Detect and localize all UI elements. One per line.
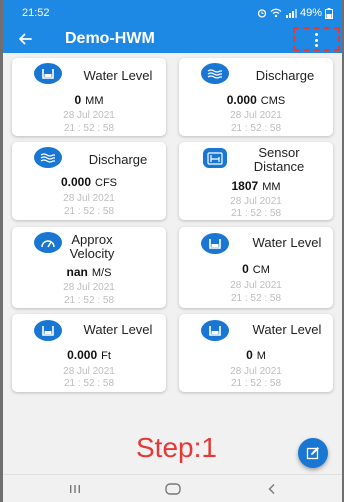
card-title: Discharge <box>255 68 315 83</box>
card-sensor-distance[interactable]: Sensor Distance 1807 MM 28 Jul 2021 21 : … <box>179 142 333 220</box>
water-level-icon <box>34 320 62 341</box>
card-value: 0.000 <box>226 93 257 107</box>
status-time: 21:52 <box>22 7 50 19</box>
card-title: Water Level <box>83 322 153 337</box>
app-bar: Demo-HWM <box>3 26 342 53</box>
card-date: 28 Jul 2021 <box>63 110 115 121</box>
card-date: 28 Jul 2021 <box>230 196 282 207</box>
edit-fab-button[interactable] <box>298 438 328 468</box>
card-date: 28 Jul 2021 <box>63 282 115 293</box>
water-level-icon <box>201 233 229 254</box>
more-vert-icon <box>314 33 318 47</box>
card-value-row: 0.000 Ft <box>12 348 166 362</box>
card-title: Water Level <box>252 235 322 250</box>
card-unit: MM <box>85 95 104 107</box>
card-time: 21 : 52 : 58 <box>63 206 115 217</box>
alarm-icon <box>257 9 267 18</box>
card-date: 28 Jul 2021 <box>230 110 282 121</box>
card-value: 0 <box>242 262 249 276</box>
card-water-level-mm[interactable]: Water Level 0 MM 28 Jul 2021 21 : 52 : 58 <box>12 58 166 136</box>
card-discharge-cms[interactable]: Discharge 0.000 CMS 28 Jul 2021 21 : 52 :… <box>179 58 333 136</box>
home-icon <box>165 483 181 495</box>
recent-apps-icon <box>70 485 80 493</box>
card-unit: CFS <box>95 177 118 189</box>
back-button[interactable] <box>13 28 37 50</box>
card-value: 1807 <box>231 179 259 193</box>
back-chevron-icon <box>268 484 275 494</box>
card-date: 28 Jul 2021 <box>230 280 282 291</box>
card-value-row: nan M/S <box>12 265 166 279</box>
signal-icon <box>285 9 297 18</box>
card-date: 28 Jul 2021 <box>63 366 115 377</box>
discharge-icon <box>34 147 62 168</box>
discharge-icon <box>201 63 229 84</box>
edit-icon <box>306 447 319 460</box>
card-value-row: 0 CM <box>179 262 333 276</box>
card-value: 0 <box>74 93 82 107</box>
card-value-row: 1807 MM <box>179 179 333 193</box>
card-water-level-ft[interactable]: Water Level 0.000 Ft 28 Jul 2021 21 : 52 … <box>12 314 166 392</box>
step-annotation: Step:1 <box>136 432 217 463</box>
overflow-menu-button[interactable] <box>293 27 340 51</box>
card-discharge-cfs[interactable]: Discharge 0.000 CFS 28 Jul 2021 21 : 52 :… <box>12 142 166 220</box>
card-value-row: 0.000 CFS <box>12 175 166 189</box>
status-icons: 49% <box>257 7 333 19</box>
back-arrow-icon <box>19 33 32 45</box>
back-nav-button[interactable] <box>255 479 289 499</box>
card-date: 28 Jul 2021 <box>63 193 115 204</box>
card-time: 21 : 52 : 58 <box>230 208 282 219</box>
card-value: 0.000 <box>60 175 92 189</box>
card-title: Sensor Distance <box>253 145 305 174</box>
phone-screen: 21:52 49% Demo-HWM Water Level 0 MM 28 Ju… <box>3 0 342 502</box>
card-value: 0 <box>246 348 253 362</box>
recent-apps-button[interactable] <box>58 479 92 499</box>
card-value-row: 0 MM <box>12 93 166 107</box>
card-time: 21 : 52 : 58 <box>230 378 282 389</box>
water-level-icon <box>34 63 62 84</box>
card-value-row: 0M <box>179 348 333 362</box>
card-title: Water Level <box>252 322 322 337</box>
water-level-icon <box>201 320 229 341</box>
card-title: Approx Velocity <box>69 232 115 261</box>
card-value: nan <box>66 265 88 279</box>
card-title: Discharge <box>88 152 148 167</box>
card-approx-velocity[interactable]: Approx Velocity nan M/S 28 Jul 2021 21 : … <box>12 227 166 308</box>
card-date: 28 Jul 2021 <box>230 366 282 377</box>
card-unit: M <box>256 350 266 362</box>
page-title: Demo-HWM <box>65 30 155 47</box>
velocity-gauge-icon <box>34 232 62 253</box>
card-value: 0.000 <box>67 348 98 362</box>
card-unit: CMS <box>260 95 286 107</box>
sensor-distance-icon <box>203 148 227 168</box>
battery-icon <box>325 7 333 19</box>
card-unit: MM <box>262 181 281 193</box>
card-time: 21 : 52 : 58 <box>230 293 282 304</box>
card-time: 21 : 52 : 58 <box>230 123 282 134</box>
card-water-level-cm[interactable]: Water Level 0 CM 28 Jul 2021 21 : 52 : 58 <box>179 227 333 308</box>
card-unit: M/S <box>91 267 112 279</box>
card-water-level-m[interactable]: Water Level 0M 28 Jul 2021 21 : 52 : 58 <box>179 314 333 392</box>
card-title: Water Level <box>83 68 153 83</box>
battery-percent: 49% <box>299 7 322 19</box>
status-bar: 21:52 49% <box>3 0 342 26</box>
card-unit: Ft <box>101 350 111 362</box>
wifi-icon <box>270 8 282 18</box>
card-value-row: 0.000 CMS <box>179 93 333 107</box>
card-time: 21 : 52 : 58 <box>63 378 115 389</box>
card-time: 21 : 52 : 58 <box>63 123 115 134</box>
card-time: 21 : 52 : 58 <box>63 295 115 306</box>
card-unit: CM <box>252 264 270 276</box>
home-button[interactable] <box>156 479 190 499</box>
system-nav-bar <box>3 474 342 502</box>
